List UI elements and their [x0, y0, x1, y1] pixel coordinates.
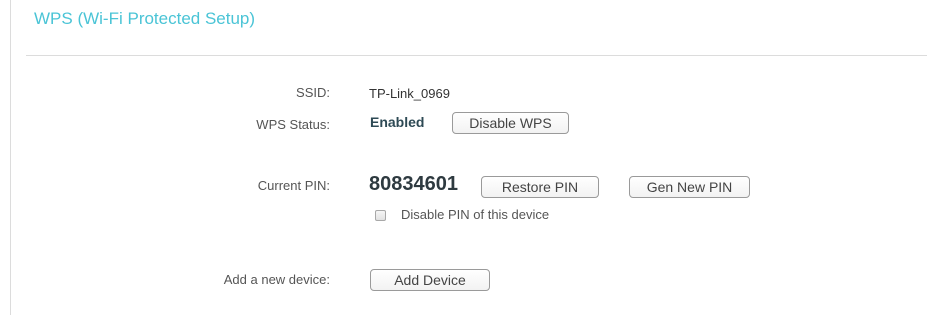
disable-wps-button[interactable]: Disable WPS	[452, 112, 569, 134]
current-pin-label: Current PIN:	[257, 178, 330, 193]
section-title: WPS (Wi-Fi Protected Setup)	[34, 9, 256, 28]
disable-pin-checkbox[interactable]	[375, 210, 386, 221]
ssid-label: SSID:	[296, 85, 330, 100]
add-device-button[interactable]: Add Device	[370, 269, 490, 291]
disable-pin-checkbox-label[interactable]: Disable PIN of this device	[401, 207, 549, 222]
left-border	[10, 0, 11, 315]
wps-status-value: Enabled	[370, 114, 425, 130]
restore-pin-button[interactable]: Restore PIN	[481, 176, 599, 198]
current-pin-value: 80834601	[369, 173, 458, 195]
title-divider	[26, 55, 927, 56]
add-device-label: Add a new device:	[223, 272, 330, 287]
wps-status-label: WPS Status:	[256, 117, 330, 132]
wps-panel: WPS (Wi-Fi Protected Setup) SSID: TP-Lin…	[0, 0, 927, 315]
ssid-value: TP-Link_0969	[369, 86, 450, 101]
gen-new-pin-button[interactable]: Gen New PIN	[629, 176, 750, 198]
